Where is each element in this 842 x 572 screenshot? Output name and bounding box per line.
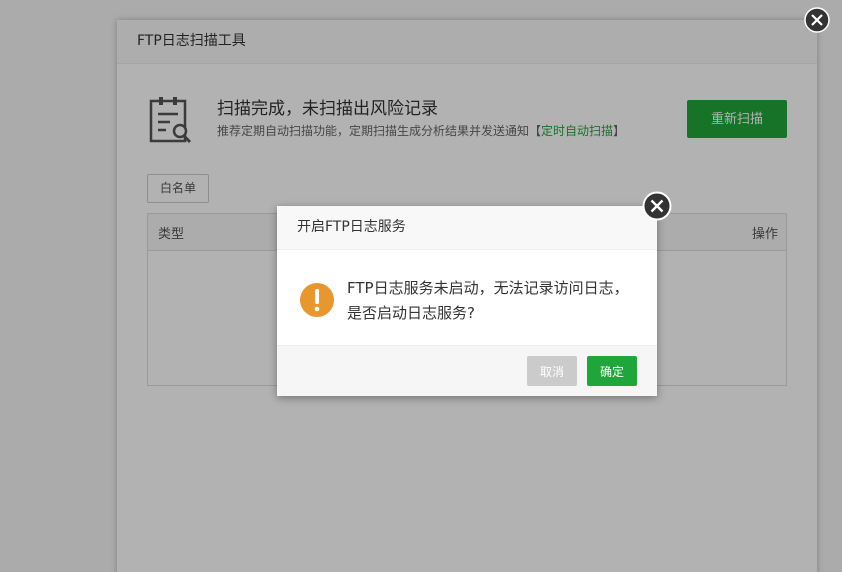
dialog-footer: 取消 确定 [277,345,657,396]
confirm-button[interactable]: 确定 [587,356,637,386]
dialog-title: 开启FTP日志服务 [277,206,657,250]
dialog-close-icon[interactable] [642,191,672,221]
confirm-dialog: 开启FTP日志服务 FTP日志服务未启动，无法记录访问日志， 是否启动日志服务?… [277,206,657,396]
cancel-button[interactable]: 取消 [527,356,577,386]
dialog-message-line1: FTP日志服务未启动，无法记录访问日志， [347,279,629,297]
dialog-message-line2: 是否启动日志服务? [347,304,475,322]
exclamation-icon [300,283,334,317]
dialog-body: FTP日志服务未启动，无法记录访问日志， 是否启动日志服务? [277,250,657,346]
dialog-message: FTP日志服务未启动，无法记录访问日志， 是否启动日志服务? [347,276,637,326]
close-icon[interactable] [804,7,830,33]
